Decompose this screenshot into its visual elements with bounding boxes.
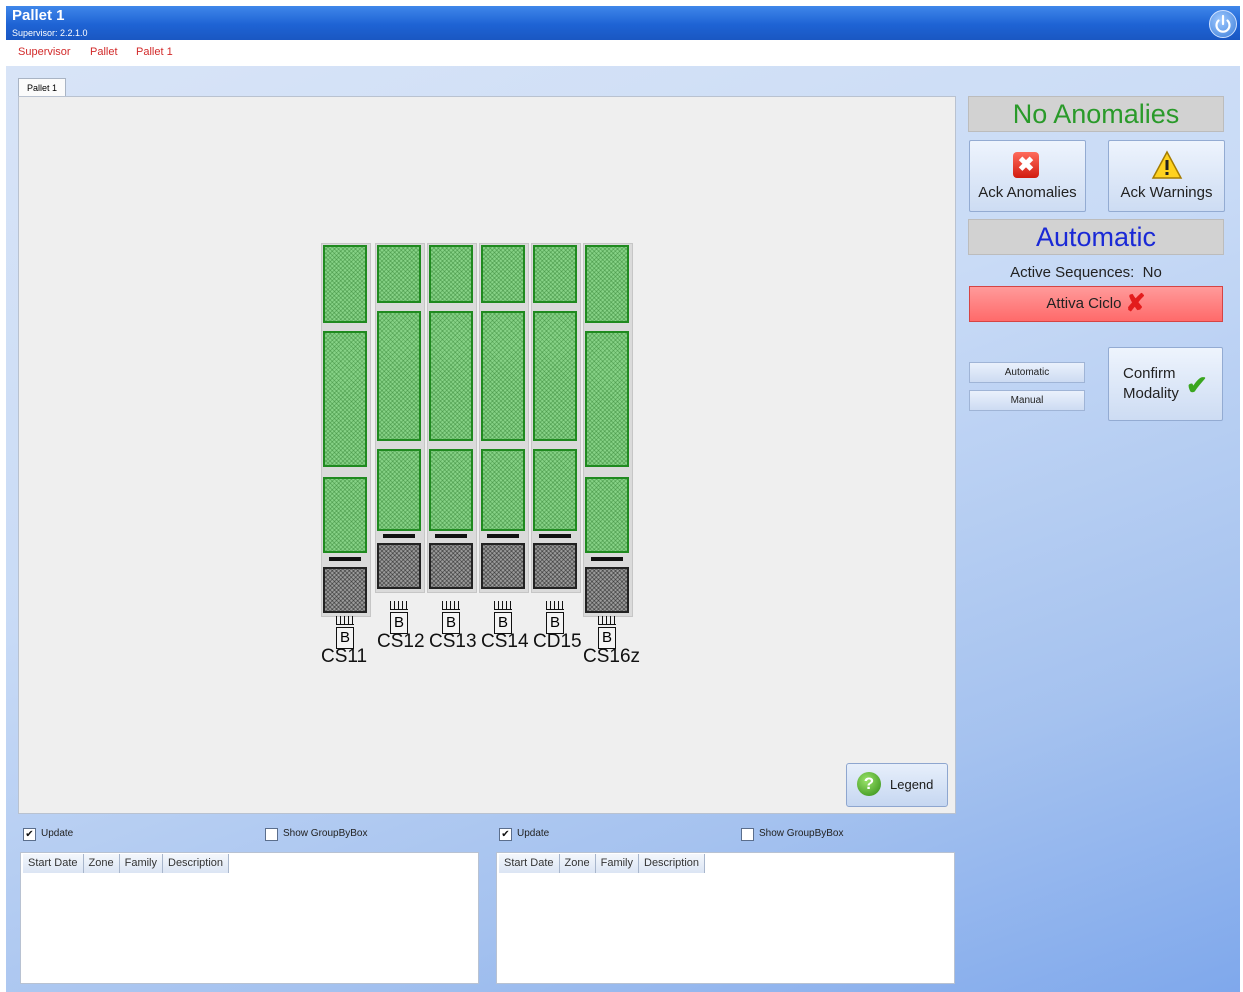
show-groupbybox-checkbox-left[interactable]	[265, 828, 278, 841]
slot-separator	[487, 534, 519, 538]
legend-label: Legend	[890, 777, 934, 792]
update-checkbox-right[interactable]: ✔	[499, 828, 512, 841]
pallet-base	[377, 543, 421, 589]
pallet-slot	[323, 245, 367, 323]
pallet-slot	[585, 331, 629, 467]
breadcrumb: Supervisor Pallet Pallet 1	[6, 40, 1240, 66]
pallet-slot	[323, 331, 367, 467]
scanner-b-icon: B	[596, 616, 618, 650]
column-zone[interactable]: Zone	[559, 854, 596, 873]
ack-anomalies-button[interactable]: ✖ Ack Anomalies	[969, 140, 1086, 212]
pallet-slot	[377, 449, 421, 531]
show-groupbybox-label-left: Show GroupByBox	[283, 828, 368, 839]
breadcrumb-pallet[interactable]: Pallet	[90, 46, 118, 58]
grid-header-left: Start Date Zone Family Description	[23, 854, 230, 873]
scanner-b-icon: B	[388, 601, 410, 635]
pallet-slot	[481, 311, 525, 441]
pallet-slot	[429, 245, 473, 303]
column-zone[interactable]: Zone	[83, 854, 120, 873]
attiva-ciclo-button[interactable]: Attiva Ciclo ✘	[969, 286, 1223, 322]
show-groupbybox-checkbox-right[interactable]	[741, 828, 754, 841]
scanner-b-icon: B	[492, 601, 514, 635]
column-start-date[interactable]: Start Date	[499, 854, 560, 873]
slot-separator	[539, 534, 571, 538]
column-family[interactable]: Family	[119, 854, 163, 873]
tab-pallet-1[interactable]: Pallet 1	[18, 78, 66, 98]
anomalies-grid-left[interactable]: Start Date Zone Family Description	[20, 852, 479, 984]
update-checkbox-left[interactable]: ✔	[23, 828, 36, 841]
warning-icon	[1151, 150, 1183, 179]
pallet-slot	[533, 311, 577, 441]
pallet-base	[481, 543, 525, 589]
ack-anomalies-label: Ack Anomalies	[978, 184, 1077, 201]
scanner-b-icon: B	[440, 601, 462, 635]
breadcrumb-pallet-1[interactable]: Pallet 1	[136, 46, 173, 58]
pallet-slot	[533, 245, 577, 303]
confirm-line-2: Modality	[1123, 385, 1179, 402]
column-label-cs14: CS14	[481, 631, 529, 652]
pallet-slot	[377, 245, 421, 303]
pallet-slot	[323, 477, 367, 553]
slot-separator	[591, 557, 623, 561]
automatic-button[interactable]: Automatic	[969, 362, 1085, 383]
pallet-grid: B CS11 B CS12 B CS13 B CS14 B CD15 B CS16z	[19, 97, 955, 813]
help-icon: ?	[857, 772, 881, 796]
cross-icon: ✘	[1125, 290, 1146, 318]
column-family[interactable]: Family	[595, 854, 639, 873]
pallet-slot	[429, 311, 473, 441]
grid-header-right: Start Date Zone Family Description	[499, 854, 706, 873]
pallet-base	[533, 543, 577, 589]
pallet-slot	[429, 449, 473, 531]
anomaly-status: No Anomalies	[968, 96, 1224, 132]
confirm-modality-button[interactable]: Confirm Modality ✔	[1108, 347, 1223, 421]
confirm-modality-label: Confirm Modality	[1123, 364, 1179, 404]
legend-button[interactable]: ? Legend	[846, 763, 948, 807]
manual-button[interactable]: Manual	[969, 390, 1085, 411]
column-label-cs12: CS12	[377, 631, 425, 652]
pallet-slot	[481, 449, 525, 531]
column-label-cs11: CS11	[321, 646, 368, 667]
column-label-cd15: CD15	[533, 631, 582, 652]
show-groupbybox-label-right: Show GroupByBox	[759, 828, 844, 839]
window-subtitle: Supervisor: 2.2.1.0	[12, 28, 88, 38]
power-icon[interactable]	[1209, 10, 1237, 38]
pallet-slot	[481, 245, 525, 303]
update-label-left: Update	[41, 828, 74, 839]
anomalies-grid-right[interactable]: Start Date Zone Family Description	[496, 852, 955, 984]
checkmark-icon: ✔	[1186, 370, 1208, 400]
attiva-ciclo-label: Attiva Ciclo	[1046, 295, 1122, 312]
pallet-slot	[533, 449, 577, 531]
error-x-icon: ✖	[1013, 152, 1039, 178]
pallet-base	[585, 567, 629, 613]
column-label-cs13: CS13	[429, 631, 477, 652]
pallet-base	[323, 567, 367, 613]
title-bar: Pallet 1 Supervisor: 2.2.1.0	[6, 6, 1240, 40]
slot-separator	[329, 557, 361, 561]
slot-separator	[383, 534, 415, 538]
update-label-right: Update	[517, 828, 550, 839]
confirm-line-1: Confirm	[1123, 365, 1176, 382]
scanner-b-icon: B	[544, 601, 566, 635]
mode-status: Automatic	[968, 219, 1224, 255]
column-description[interactable]: Description	[639, 854, 706, 873]
ack-warnings-button[interactable]: Ack Warnings	[1108, 140, 1225, 212]
pallet-slot	[585, 477, 629, 553]
pallet-canvas: B CS11 B CS12 B CS13 B CS14 B CD15 B CS16z ? Legend	[18, 96, 956, 814]
pallet-slot	[377, 311, 421, 441]
window-title: Pallet 1	[12, 7, 65, 24]
scanner-b-icon: B	[334, 616, 356, 650]
breadcrumb-supervisor[interactable]: Supervisor	[18, 46, 71, 58]
column-start-date[interactable]: Start Date	[23, 854, 84, 873]
column-label-cs16z: CS16z	[583, 646, 641, 667]
slot-separator	[435, 534, 467, 538]
pallet-base	[429, 543, 473, 589]
active-sequences: Active Sequences: No	[1010, 264, 1162, 281]
column-description[interactable]: Description	[163, 854, 230, 873]
ack-warnings-label: Ack Warnings	[1120, 184, 1213, 201]
pallet-slot	[585, 245, 629, 323]
